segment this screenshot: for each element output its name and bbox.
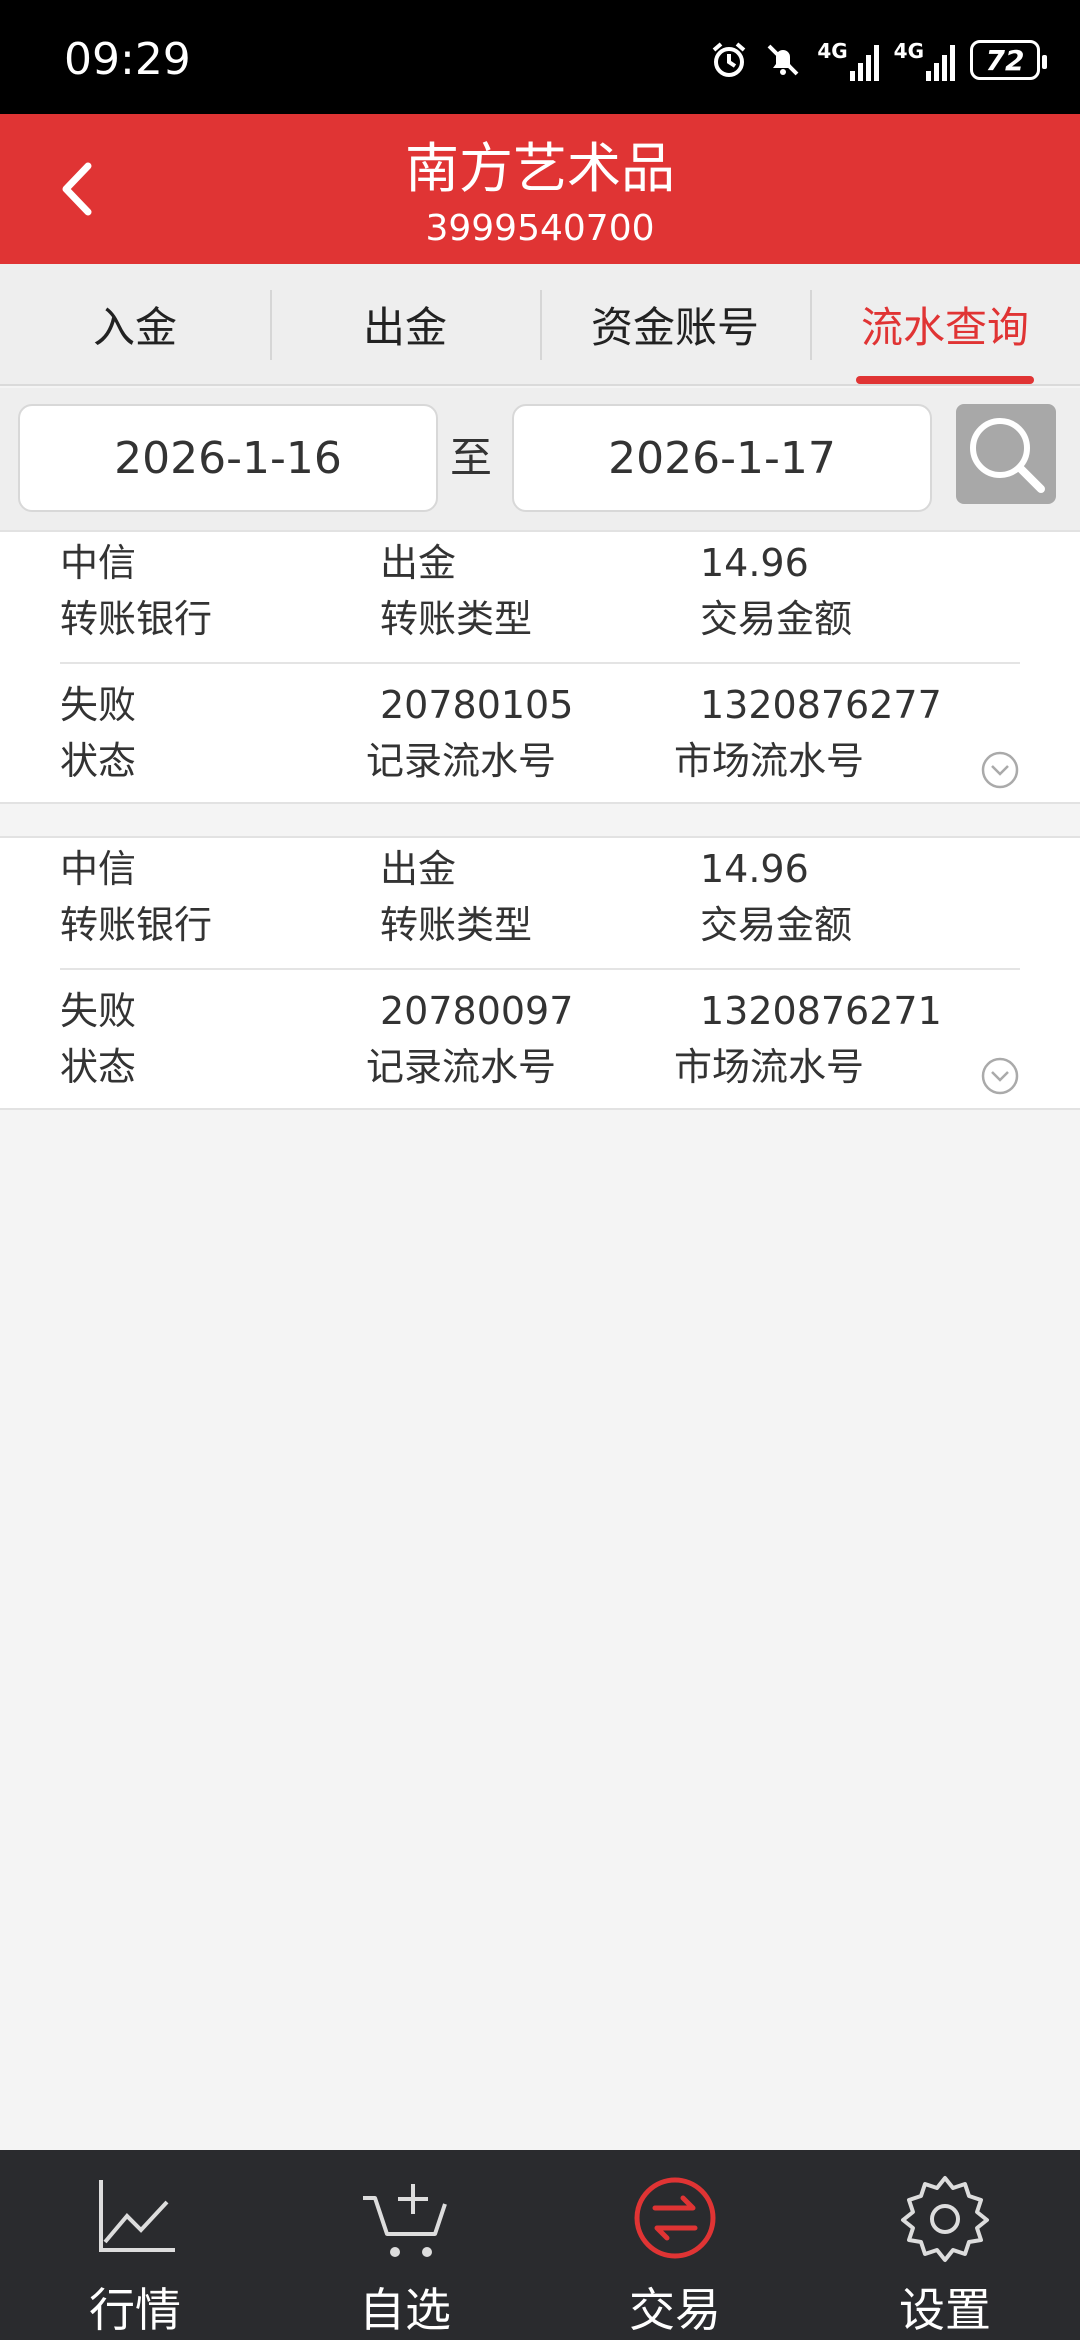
record-divider	[60, 968, 1020, 970]
type-label: 转账类型	[380, 597, 533, 641]
status-label: 状态	[60, 1045, 137, 1089]
account-number: 3999540700	[425, 208, 655, 249]
bank-label: 转账银行	[60, 597, 213, 641]
signal-4g-2: 4G	[894, 39, 956, 81]
status-time: 09:29	[64, 34, 191, 85]
date-filter: 2026-1-16 至 2026-1-17	[0, 388, 1080, 530]
search-button[interactable]	[956, 404, 1056, 504]
expand-chevron-icon[interactable]	[980, 750, 1020, 790]
type-label: 转账类型	[380, 903, 533, 947]
status-value: 失败	[60, 989, 137, 1033]
tab-bar: 入金 出金 资金账号 流水查询	[0, 264, 1080, 386]
amount-value: 14.96	[700, 541, 809, 585]
page-title: 南方艺术品	[405, 137, 675, 200]
start-date-field[interactable]: 2026-1-16	[18, 404, 438, 512]
amount-label: 交易金额	[700, 597, 853, 641]
type-value: 出金	[380, 847, 457, 891]
bottom-nav: 行情 自选 交易 设置	[0, 2150, 1080, 2340]
tab-deposit[interactable]: 入金	[0, 264, 270, 384]
status-label: 状态	[60, 739, 137, 783]
nav-market[interactable]: 行情	[0, 2150, 270, 2340]
bank-value: 中信	[60, 847, 137, 891]
mute-bell-icon	[767, 44, 799, 76]
nav-trade-label: 交易	[629, 2283, 721, 2337]
nav-settings-label: 设置	[899, 2283, 991, 2337]
gear-icon	[901, 2176, 989, 2262]
nav-trade[interactable]: 交易	[540, 2150, 810, 2340]
transaction-record[interactable]: 中信 转账银行 出金 转账类型 14.96 交易金额 失败 状态 2078010…	[0, 530, 1080, 804]
tab-fund-account[interactable]: 资金账号	[540, 264, 810, 384]
record-number-value: 20780097	[380, 989, 574, 1033]
exchange-icon	[634, 2177, 716, 2259]
tab-withdraw[interactable]: 出金	[270, 264, 540, 384]
amount-label: 交易金额	[700, 903, 853, 947]
transaction-record[interactable]: 中信 转账银行 出金 转账类型 14.96 交易金额 失败 状态 2078009…	[0, 836, 1080, 1110]
record-number-value: 20780105	[380, 683, 574, 727]
nav-watchlist-label: 自选	[359, 2283, 451, 2337]
amount-value: 14.96	[700, 847, 809, 891]
end-date-field[interactable]: 2026-1-17	[512, 404, 932, 512]
battery-icon: 72	[970, 40, 1047, 80]
to-label: 至	[450, 433, 493, 482]
market-number-value: 1320876277	[700, 683, 942, 727]
signal-4g-1: 4G	[817, 39, 879, 81]
app-header: 南方艺术品 3999540700	[0, 114, 1080, 264]
market-number-value: 1320876271	[700, 989, 942, 1033]
status-icons: 4G 4G 72	[709, 36, 1047, 84]
status-bar: 09:29 4G 4G 72	[0, 0, 1080, 114]
signal-bars-icon	[926, 45, 955, 81]
signal-bars-icon	[849, 45, 879, 81]
nav-market-label: 行情	[89, 2283, 181, 2337]
bank-label: 转账银行	[60, 903, 213, 947]
chart-icon	[99, 2180, 175, 2252]
type-value: 出金	[380, 541, 457, 585]
search-icon	[970, 418, 1045, 493]
tab-transaction-query[interactable]: 流水查询	[810, 264, 1080, 384]
cart-add-icon	[363, 2184, 447, 2257]
record-number-label: 记录流水号	[366, 739, 557, 783]
record-number-label: 记录流水号	[366, 1045, 557, 1089]
market-number-label: 市场流水号	[674, 739, 865, 783]
expand-chevron-icon[interactable]	[980, 1056, 1020, 1096]
alarm-icon	[713, 42, 746, 77]
battery-level: 72	[985, 43, 1025, 77]
bank-value: 中信	[60, 541, 137, 585]
status-value: 失败	[60, 683, 137, 727]
nav-watchlist[interactable]: 自选	[270, 2150, 540, 2340]
nav-settings[interactable]: 设置	[810, 2150, 1080, 2340]
record-divider	[60, 662, 1020, 664]
market-number-label: 市场流水号	[674, 1045, 865, 1089]
